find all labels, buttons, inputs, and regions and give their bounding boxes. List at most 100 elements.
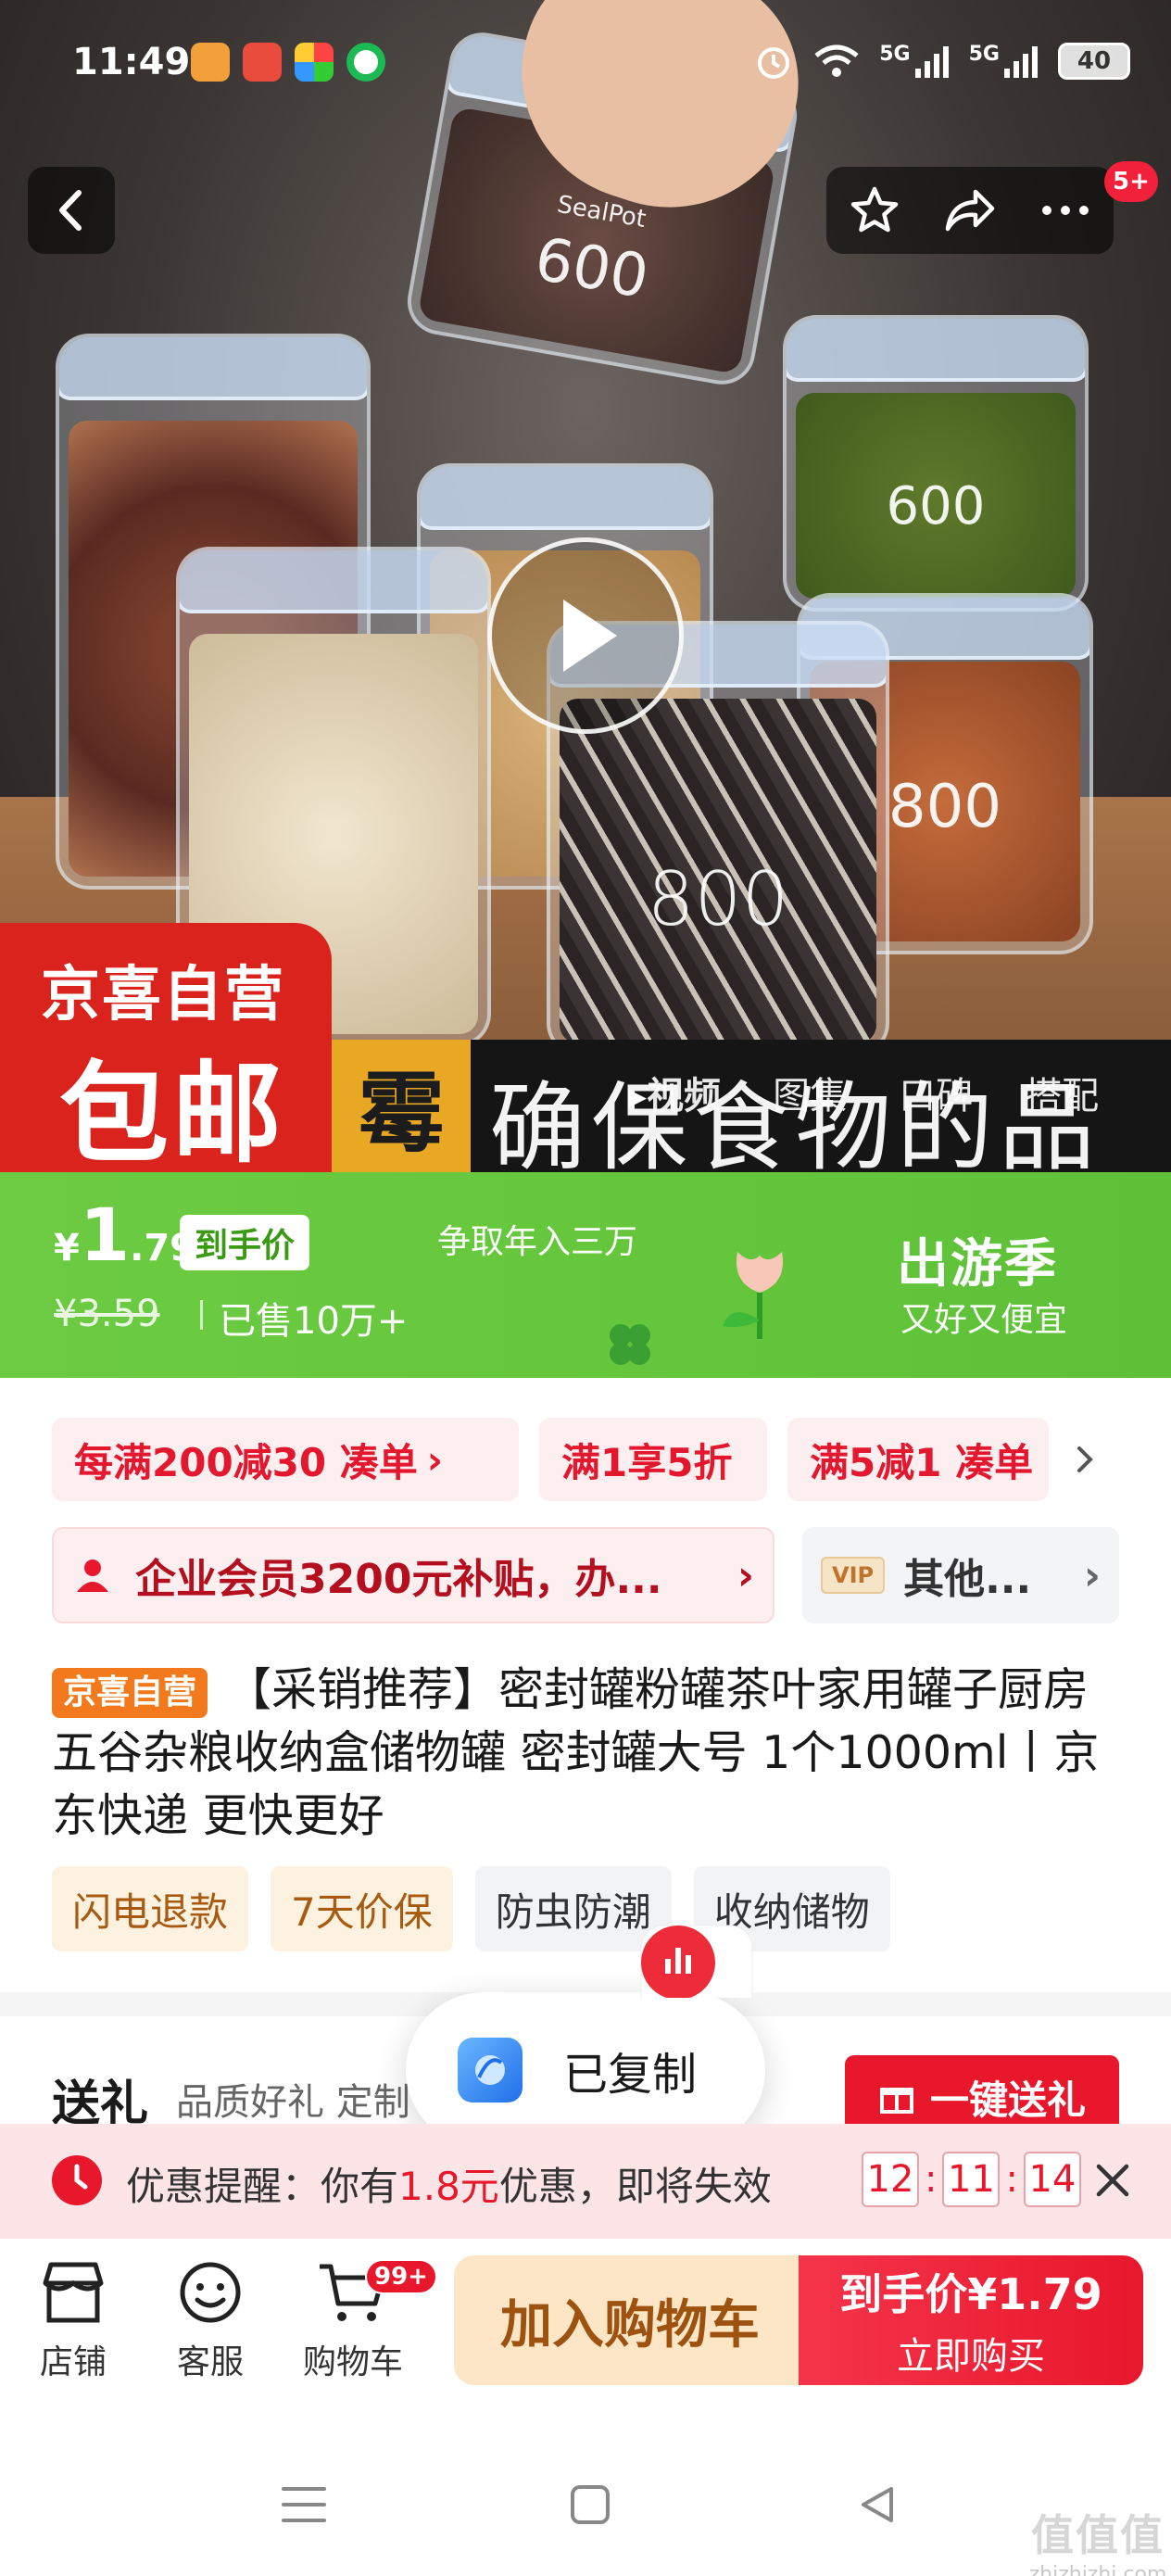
coupon-200-30[interactable]: 每满200减30 凑单 ›: [52, 1418, 519, 1501]
vip-other-text: 其他...: [903, 1556, 1032, 1603]
countdown-minutes: 11: [942, 2152, 1001, 2207]
product-page: 600 800 800 SealPot 600 京喜自营 包邮 霉 确保食物的品…: [0, 0, 1171, 2576]
add-to-cart-button[interactable]: 加入购物车: [454, 2255, 806, 2385]
app-grid-icon: [295, 43, 334, 82]
star-icon: [850, 186, 898, 233]
clock-icon: [52, 2155, 102, 2205]
media-tab-gallery[interactable]: 图集: [773, 1066, 847, 1119]
buy-now-button[interactable]: 到手价¥1.79 立即购买: [799, 2255, 1143, 2385]
share-icon: [945, 189, 995, 232]
ad-self-operated-text: 京喜自营: [41, 961, 285, 1029]
menu-nav-button[interactable]: [278, 2483, 330, 2530]
back-nav-button[interactable]: [856, 2483, 899, 2530]
status-bar: 11:49 5G 5G 40: [0, 0, 1171, 139]
chevron-right-icon: ›: [1083, 1551, 1101, 1599]
price-integer: 1: [79, 1194, 131, 1278]
buy-now-text: 立即购买: [897, 2335, 1045, 2378]
reminder-text: 优惠提醒：你有1.8元优惠，即将失效: [126, 2164, 772, 2209]
more-button[interactable]: [1028, 173, 1102, 247]
buy-price-text: 到手价¥1.79: [839, 2269, 1102, 2319]
smile-chat-icon: [180, 2262, 241, 2323]
chevron-right-icon: [1077, 1446, 1093, 1472]
back-triangle-icon: [862, 2487, 893, 2522]
alarm-icon: [758, 47, 790, 79]
chevron-right-icon: ›: [737, 1551, 754, 1599]
ad-free-shipping-text: 包邮: [59, 1050, 286, 1172]
back-button[interactable]: [28, 167, 115, 254]
signal-icon: [914, 46, 949, 78]
countdown-hours: 12: [862, 2152, 919, 2207]
shop-icon: [43, 2262, 104, 2323]
product-title: 京喜自营 【采销推荐】密封罐粉罐茶叶家用罐子厨房五谷杂粮收纳盒储物罐 密封罐大号 …: [52, 1659, 1127, 1848]
signal-1: 5G: [879, 43, 950, 80]
more-icon: [1042, 206, 1089, 215]
countdown-seconds: 14: [1023, 2152, 1081, 2207]
enterprise-member-banner[interactable]: 企业会员3200元补贴，办... ›: [52, 1527, 774, 1623]
media-tab-combo[interactable]: 搭配: [1025, 1066, 1099, 1119]
price-currency: ¥: [54, 1227, 80, 1269]
bottom-action-bar: 店铺 客服 购物车 99+ 加入购物车 到手价¥1.79 立即购买: [0, 2239, 1171, 2409]
price-separator: [200, 1300, 203, 1330]
cart-count-badge: 99+: [365, 2259, 437, 2294]
floating-record-button[interactable]: [637, 1922, 756, 2038]
jar-right-top: 600: [783, 315, 1089, 612]
status-right: 5G 5G 40: [753, 41, 1130, 82]
status-time: 11:49: [72, 41, 191, 83]
coupon-5-1[interactable]: 满5减1 凑单: [787, 1418, 1049, 1501]
share-button[interactable]: [933, 173, 1007, 247]
member-text: 企业会员3200元补贴，办...: [135, 1556, 662, 1603]
battery-indicator: 40: [1058, 43, 1130, 80]
coupons-more-button[interactable]: [1064, 1436, 1106, 1483]
system-nav-bar: [0, 2409, 1171, 2576]
gift-icon: [879, 2088, 913, 2114]
final-price-tag: 到手价: [180, 1215, 310, 1270]
countdown-timer: 12 : 11 : 14: [862, 2152, 1081, 2207]
spotify-icon: [346, 43, 385, 82]
chip-price-protect[interactable]: 7天价保: [271, 1866, 453, 1951]
season-title: 出游季: [897, 1234, 1058, 1294]
price: ¥ 1 .79: [54, 1194, 195, 1278]
toast-text: 已复制: [563, 2049, 698, 2101]
discount-reminder-bar: 优惠提醒：你有1.8元优惠，即将失效 12 : 11 : 14: [0, 2124, 1171, 2239]
home-square-icon: [571, 2485, 610, 2524]
customer-service-button[interactable]: 客服: [141, 2259, 280, 2398]
tulip-icon: [723, 1252, 783, 1339]
original-price: ¥3.59: [54, 1293, 160, 1335]
play-icon: [563, 600, 617, 672]
shop-button[interactable]: 店铺: [4, 2259, 143, 2398]
sold-count: 已售10万+: [219, 1300, 409, 1343]
chip-fast-refund[interactable]: 闪电退款: [52, 1866, 249, 1951]
media-tab-video[interactable]: ▸视频: [628, 1066, 721, 1119]
ad-mold-text: 霉: [332, 1040, 471, 1172]
chevron-left-icon: [59, 190, 82, 231]
product-title-text: 【采销推荐】密封罐粉罐茶叶家用罐子厨房五谷杂粮收纳盒储物罐 密封罐大号 1个10…: [52, 1663, 1100, 1842]
play-video-button[interactable]: [487, 537, 684, 734]
person-icon: [77, 1559, 108, 1592]
price-banner: ¥ 1 .79 到手价 争取年入三万 ¥3.59 已售10万+ 出游季 又好又便…: [0, 1172, 1171, 1378]
watermark: 值值值 zhizhizhi.com: [1028, 2510, 1167, 2576]
vip-tag: VIP: [821, 1557, 886, 1594]
gift-subtitle: 品质好礼 定制: [176, 2081, 410, 2124]
app-notification-icon: [191, 43, 230, 82]
coupon-5-discount[interactable]: 满1享5折: [539, 1418, 767, 1501]
signal-icon: [1004, 46, 1038, 78]
home-nav-button[interactable]: [569, 2483, 611, 2530]
browser-icon: [458, 2038, 523, 2102]
service-chips: 闪电退款 7天价保 防虫防潮 收纳储物: [52, 1866, 890, 1951]
cart-button[interactable]: 购物车 99+: [283, 2259, 437, 2398]
status-app-icons: [191, 43, 385, 82]
vip-other-button[interactable]: VIP 其他... ›: [802, 1527, 1119, 1623]
media-tabs: ▸视频 图集 口碑 搭配: [628, 1066, 1099, 1119]
close-icon[interactable]: [1091, 2159, 1134, 2202]
weibo-icon: [243, 43, 282, 82]
season-subtitle: 又好又便宜: [900, 1301, 1068, 1339]
favorite-button[interactable]: [837, 173, 912, 247]
top-action-group: [826, 167, 1114, 254]
recorder-icon: [640, 1925, 753, 2038]
media-tab-reviews[interactable]: 口碑: [899, 1066, 973, 1119]
clover-icon: [610, 1324, 650, 1365]
wifi-icon: [814, 44, 859, 77]
message-badge: 5+: [1104, 161, 1158, 202]
signal-2: 5G: [969, 43, 1039, 80]
self-operated-tag: 京喜自营: [52, 1667, 208, 1718]
